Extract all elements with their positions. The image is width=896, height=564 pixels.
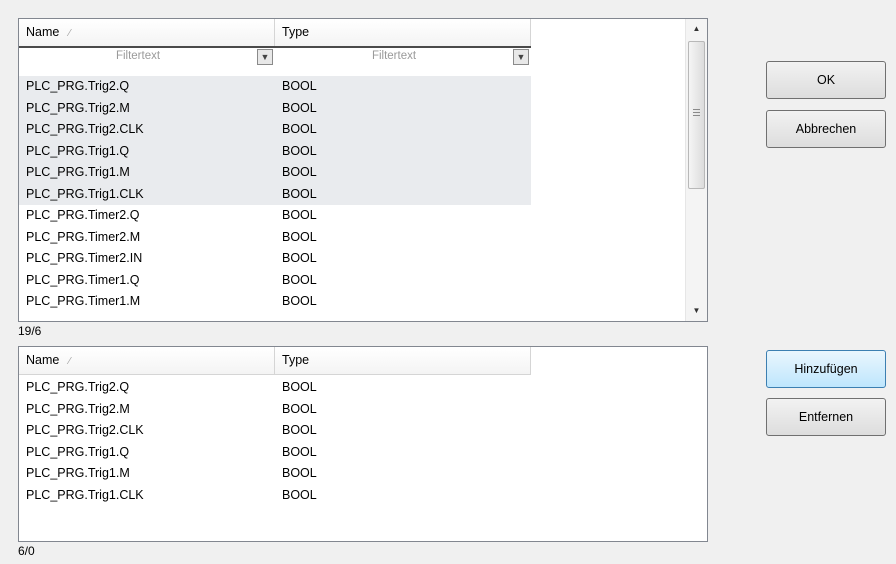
cancel-button[interactable]: Abbrechen [766,110,886,148]
column-header-row: Name ⁄ Type [19,19,531,47]
column-header-name[interactable]: Name ⁄ [19,347,275,374]
variable-name-cell: PLC_PRG.Trig1.Q [26,143,130,158]
type-filter-cell[interactable]: Filtertext ▼ [275,46,531,66]
available-variables-list[interactable]: Name ⁄ Type Filtertext ▼ Filtertext ▼ PL… [18,18,708,322]
vertical-scrollbar[interactable]: ▲ ▼ [685,19,707,321]
variable-type-cell: BOOL [282,165,317,179]
available-count-status: 19/6 [18,324,42,338]
sort-indicator-icon: ⁄ [68,28,71,39]
add-button[interactable]: Hinzufügen [766,350,886,388]
variable-type-cell: BOOL [282,380,317,394]
list-item[interactable]: PLC_PRG.Trig1.Q BOOL [19,442,531,464]
list-item[interactable]: PLC_PRG.Trig1.M BOOL [19,162,531,184]
filter-funnel-icon[interactable]: ▼ [257,49,273,65]
list-item[interactable]: PLC_PRG.Trig2.Q BOOL [19,76,531,98]
scroll-up-arrow-icon[interactable]: ▲ [686,19,707,39]
variable-type-cell: BOOL [282,487,317,502]
variable-type-cell: BOOL [282,423,317,437]
list-item[interactable]: PLC_PRG.Timer1.M BOOL [19,291,531,313]
list-item[interactable]: PLC_PRG.Trig2.CLK BOOL [19,420,531,442]
variable-name-cell: PLC_PRG.Trig1.CLK [26,186,144,201]
list-item[interactable]: PLC_PRG.Trig1.CLK BOOL [19,485,531,507]
column-header-type-label: Type [282,353,310,367]
list-item[interactable]: PLC_PRG.Trig2.Q BOOL [19,377,531,399]
variable-type-cell: BOOL [282,100,317,115]
list-item[interactable]: PLC_PRG.Trig2.M BOOL [19,97,531,119]
sort-indicator-icon: ⁄ [68,356,71,367]
variable-name-cell: PLC_PRG.Timer1.Q [26,272,140,287]
variable-name-cell: PLC_PRG.Timer1.M [26,294,141,308]
variable-type-cell: BOOL [282,186,317,201]
scrollbar-grip-icon [693,109,700,116]
variable-name-cell: PLC_PRG.Timer2.IN [26,251,143,265]
column-header-name-label: Name [26,353,60,367]
chosen-rows: PLC_PRG.Trig2.Q BOOL PLC_PRG.Trig2.M BOOL PL… [19,377,531,506]
variable-name-cell: PLC_PRG.Trig1.CLK [26,487,144,502]
variable-type-cell: BOOL [282,208,317,222]
list-item[interactable]: PLC_PRG.Timer2.IN BOOL [19,248,531,270]
column-header-row: Name ⁄ Type [19,347,531,375]
variable-type-cell: BOOL [282,251,317,265]
variable-type-cell: BOOL [282,444,317,459]
list-item[interactable]: PLC_PRG.Trig1.CLK BOOL [19,183,531,205]
list-item[interactable]: PLC_PRG.Trig2.CLK BOOL [19,119,531,141]
variable-name-cell: PLC_PRG.Trig2.Q [26,79,130,93]
list-item[interactable]: PLC_PRG.Timer2.Q BOOL [19,205,531,227]
column-header-name[interactable]: Name ⁄ [19,19,275,46]
variable-type-cell: BOOL [282,229,317,244]
list-item[interactable]: PLC_PRG.Trig1.Q BOOL [19,140,531,162]
variable-name-cell: PLC_PRG.Trig2.M [26,100,130,115]
variable-type-cell: BOOL [282,79,317,93]
column-header-type[interactable]: Type [275,347,531,374]
scrollbar-thumb[interactable] [688,41,705,189]
list-item[interactable]: PLC_PRG.Timer1.Q BOOL [19,270,531,292]
chosen-variables-list[interactable]: Name ⁄ Type PLC_PRG.Trig2.Q BOOL PLC_PRG.T… [18,346,708,542]
column-header-type-label: Type [282,25,310,39]
type-filter-input[interactable]: Filtertext [275,50,513,62]
list-item[interactable]: PLC_PRG.Trig1.M BOOL [19,463,531,485]
list-item[interactable]: PLC_PRG.Timer2.M BOOL [19,227,531,249]
filter-funnel-icon[interactable]: ▼ [513,49,529,65]
variable-type-cell: BOOL [282,401,317,416]
variable-type-cell: BOOL [282,466,317,480]
variable-name-cell: PLC_PRG.Trig2.M [26,401,130,416]
variable-name-cell: PLC_PRG.Trig2.Q [26,380,130,394]
variable-name-cell: PLC_PRG.Timer2.Q [26,208,140,222]
variable-name-cell: PLC_PRG.Trig1.M [26,466,130,480]
variable-name-cell: PLC_PRG.Timer2.M [26,229,141,244]
variable-type-cell: BOOL [282,294,317,308]
variable-name-cell: PLC_PRG.Trig2.CLK [26,122,144,136]
ok-button[interactable]: OK [766,61,886,99]
variable-name-cell: PLC_PRG.Trig1.Q [26,444,130,459]
variable-type-cell: BOOL [282,143,317,158]
name-filter-input[interactable]: Filtertext [19,50,257,62]
variable-name-cell: PLC_PRG.Trig1.M [26,165,130,179]
chosen-count-status: 6/0 [18,544,35,558]
column-header-name-label: Name [26,25,60,39]
available-rows: PLC_PRG.Trig2.Q BOOL PLC_PRG.Trig2.M BOOL PL… [19,76,531,313]
scroll-down-arrow-icon[interactable]: ▼ [686,301,707,321]
column-header-type[interactable]: Type [275,19,531,46]
remove-button[interactable]: Entfernen [766,398,886,436]
variable-type-cell: BOOL [282,272,317,287]
variable-name-cell: PLC_PRG.Trig2.CLK [26,423,144,437]
name-filter-cell[interactable]: Filtertext ▼ [19,46,275,66]
list-item[interactable]: PLC_PRG.Trig2.M BOOL [19,399,531,421]
filter-row: Filtertext ▼ Filtertext ▼ [19,46,531,66]
variable-type-cell: BOOL [282,122,317,136]
